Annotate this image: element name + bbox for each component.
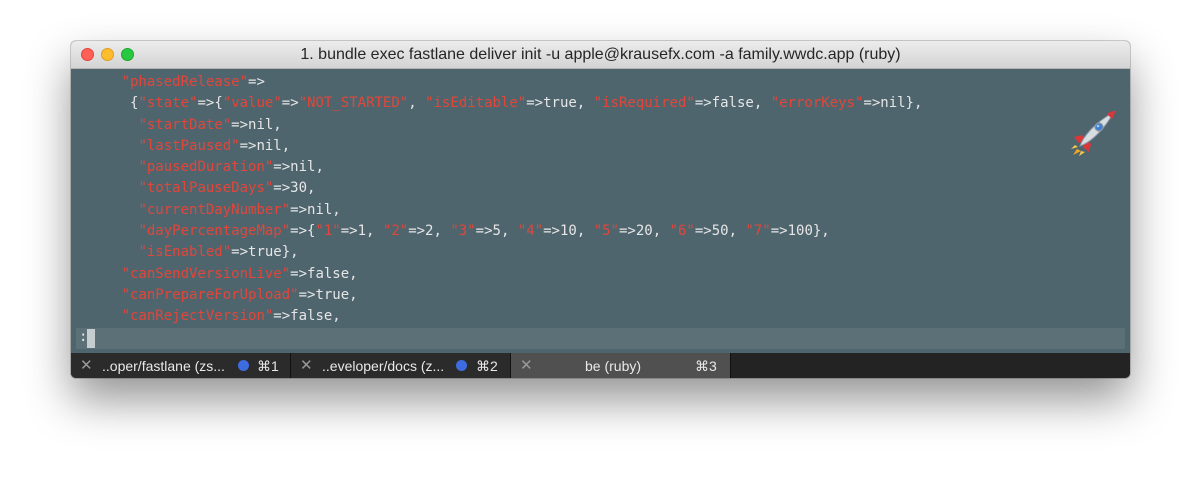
string-token: "5" [593,223,619,240]
code-token: =>true, [298,286,358,303]
code-token: =>true}, [231,244,299,261]
command-line[interactable]: : [76,328,1125,349]
string-token: "isRequired" [593,95,695,112]
terminal-window: 1. bundle exec fastlane deliver init -u … [71,41,1130,378]
string-token: "pausedDuration" [138,159,274,176]
tab-bar: ✕ ..oper/fastlane (zs... ⌘1 ✕ ..eveloper… [71,353,1130,378]
code-token: =>nil}, [863,95,923,112]
string-token: "state" [138,95,198,112]
string-token: "3" [450,223,476,240]
string-token: "isEnabled" [138,244,232,261]
code-token: => [281,95,299,112]
string-token: "phasedRelease" [121,74,249,90]
terminal-line: "canSendVersionLive"=>false, [71,264,922,285]
code-token: =>50, [694,223,746,240]
terminal-line: "canPrepareForUpload"=>true, [71,285,922,306]
string-token: "isEditable" [425,95,527,112]
activity-dot-icon [456,360,467,371]
code-token: =>true, [526,95,594,112]
code-token: =>false, [694,95,771,112]
string-token: "currentDayNumber" [138,201,291,218]
string-token: "startDate" [138,116,232,133]
code-token: => [248,74,265,90]
close-tab-icon[interactable]: ✕ [300,356,313,374]
string-token: "canSendVersionLive" [121,265,291,282]
tab-ruby[interactable]: ✕ be (ruby) ⌘3 [511,353,731,378]
tab-shortcut: ⌘2 [476,358,498,374]
string-token: "value" [222,95,282,112]
string-token: "totalPauseDays" [138,180,274,197]
code-token: =>1, [340,223,383,240]
tab-shortcut: ⌘3 [695,358,717,374]
tab-label: ..eveloper/docs (z... [322,358,445,374]
terminal-line: "pausedDuration"=>nil, [71,157,922,178]
code-token: =>{ [290,223,316,240]
string-token: "lastPaused" [138,137,240,154]
terminal-line: {"state"=>{"value"=>"NOT_STARTED", "isEd… [71,93,922,114]
string-token: "7" [745,223,771,240]
terminal-line: "isEnabled"=>true}, [71,242,922,263]
code-token: =>100}, [770,223,830,240]
terminal-line: "phasedRelease"=> [71,72,922,93]
code-token: =>false, [290,265,358,282]
terminal-line: "totalPauseDays"=>30, [71,178,922,199]
close-tab-icon[interactable]: ✕ [80,356,93,374]
terminal-line: "canRejectVersion"=>false, [71,306,922,327]
rocket-icon [1071,110,1116,156]
terminal-line: "lastPaused"=>nil, [71,136,922,157]
code-token: =>false, [273,308,341,325]
code-token: =>nil, [239,137,291,154]
string-token: "6" [669,223,695,240]
code-token: =>30, [273,180,316,197]
code-token: =>2, [408,223,451,240]
text-cursor [87,329,95,348]
code-token: =>5, [475,223,518,240]
title-bar[interactable]: 1. bundle exec fastlane deliver init -u … [71,41,1130,69]
code-token: , [408,95,426,112]
tab-fastlane[interactable]: ✕ ..oper/fastlane (zs... ⌘1 [71,353,291,378]
code-token: =>10, [543,223,594,240]
activity-dot-icon [238,360,249,371]
terminal-line: "currentDayNumber"=>nil, [71,200,922,221]
string-token: "4" [517,223,544,240]
string-token: "canPrepareForUpload" [121,286,299,303]
string-token: "errorKeys" [770,95,864,112]
terminal-line: "startDate"=>nil, [71,115,922,136]
code-token: =>{ [197,95,223,112]
code-token: =>20, [618,223,670,240]
code-output: "phasedRelease"=> {"state"=>{"value"=>"N… [71,72,923,328]
string-token: "2" [382,223,409,240]
string-token: "canRejectVersion" [121,308,274,325]
terminal-line: "dayPercentageMap"=>{"1"=>1, "2"=>2, "3"… [71,221,922,242]
terminal-output[interactable]: "phasedRelease"=> {"state"=>{"value"=>"N… [71,69,1130,353]
code-token: =>nil, [290,201,341,218]
window-title: 1. bundle exec fastlane deliver init -u … [300,46,901,63]
code-token: =>nil, [231,116,282,133]
close-tab-icon[interactable]: ✕ [520,356,533,374]
tab-label: be (ruby) [585,358,642,374]
code-token: =>nil, [273,159,324,176]
string-token: "1" [315,223,341,240]
string-token: "dayPercentageMap" [138,223,291,240]
tab-shortcut: ⌘1 [257,358,279,374]
tab-docs[interactable]: ✕ ..eveloper/docs (z... ⌘2 [291,353,511,378]
tab-label: ..oper/fastlane (zs... [102,358,225,374]
string-token: "NOT_STARTED" [298,95,409,112]
